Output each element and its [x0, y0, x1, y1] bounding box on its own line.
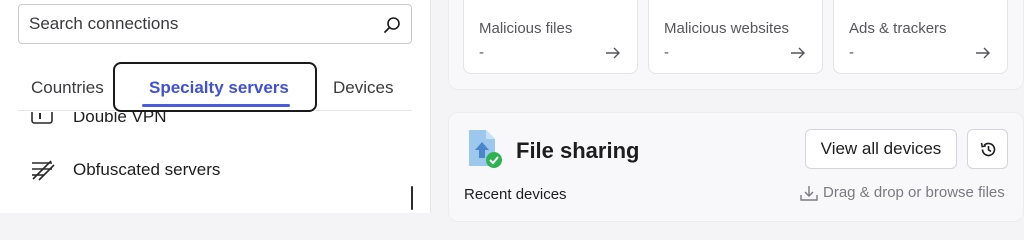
server-list: Double VPN Obfuscated servers [0, 112, 430, 213]
tab-countries[interactable]: Countries [31, 78, 104, 98]
stat-label: Ads & trackers [849, 20, 947, 37]
list-item-obfuscated-servers[interactable]: Obfuscated servers [30, 155, 410, 185]
download-icon [800, 186, 818, 201]
tab-focus-ring [113, 62, 317, 112]
scrollbar[interactable] [411, 186, 413, 210]
file-sharing-title: File sharing [516, 138, 640, 163]
stat-value: - [849, 44, 854, 61]
stat-value: - [479, 44, 484, 61]
stat-label: Malicious websites [664, 20, 790, 37]
history-icon [980, 142, 996, 157]
double-vpn-icon [30, 112, 56, 129]
file-sharing-icon [466, 128, 504, 170]
arrow-right-icon [605, 46, 621, 59]
stat-card-ads-trackers[interactable]: Ads & trackers - [833, 0, 1008, 74]
stat-card-malicious-files[interactable]: Malicious files - [463, 0, 638, 74]
list-item-label: Obfuscated servers [73, 160, 221, 179]
list-item-double-vpn[interactable]: Double VPN [30, 112, 410, 132]
search-input[interactable] [29, 5, 369, 43]
view-all-devices-button[interactable]: View all devices [805, 129, 957, 169]
history-button[interactable] [967, 129, 1008, 169]
arrow-right-icon [975, 46, 991, 59]
stat-card-malicious-websites[interactable]: Malicious websites - [648, 0, 823, 74]
stat-label: Malicious files [479, 20, 573, 37]
search-icon[interactable] [383, 16, 401, 34]
tab-devices[interactable]: Devices [333, 78, 393, 98]
obfuscated-icon [30, 158, 56, 182]
recent-devices-label: Recent devices [464, 186, 567, 203]
arrow-right-icon [790, 46, 806, 59]
stat-value: - [664, 44, 669, 61]
list-item-label: Double VPN [73, 112, 167, 126]
search-box[interactable] [18, 4, 412, 44]
drop-zone-text: Drag & drop or browse files [823, 184, 1005, 201]
connections-panel: Double VPN Obfuscated servers Countries … [0, 0, 431, 213]
